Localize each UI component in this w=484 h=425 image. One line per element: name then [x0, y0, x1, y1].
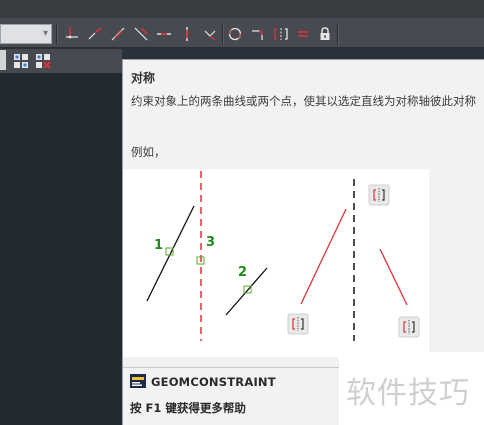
symmetric-glyph-icon — [368, 184, 390, 206]
perpendicular-icon — [186, 26, 188, 41]
grid-delete-icon — [36, 53, 51, 69]
toolbar-grip[interactable] — [0, 50, 6, 70]
lock-icon — [320, 26, 330, 40]
tooltip-example-label: 例如， — [131, 145, 166, 159]
chevron-down-icon[interactable]: ▾ — [43, 28, 48, 40]
symmetric-button[interactable] — [293, 24, 313, 43]
symmetric-glyph-icon — [287, 313, 309, 335]
title-strip — [0, 0, 484, 18]
vertical-button[interactable] — [225, 24, 245, 43]
help-hint: 按 F1 键获得更多帮助 — [130, 401, 246, 415]
mirrored-line-right — [379, 248, 408, 306]
grid-delete-button[interactable] — [33, 51, 53, 70]
label-two: 2 — [238, 265, 247, 280]
concentric-icon — [111, 27, 125, 40]
smooth-icon — [274, 27, 288, 40]
concentric-button[interactable] — [108, 24, 128, 43]
collinear-button[interactable] — [85, 24, 105, 43]
lock-button[interactable] — [315, 24, 335, 43]
grid-icon — [14, 53, 28, 68]
toolbar-separator — [337, 23, 339, 45]
tooltip-description: 约束对象上的两条曲线或两个点，使其以选定直线为对称轴彼此对称 — [131, 94, 476, 108]
perpendicular-button[interactable] — [177, 24, 197, 43]
tangent-button[interactable] — [248, 24, 268, 43]
smooth-button[interactable] — [271, 24, 291, 43]
fix-button[interactable] — [131, 24, 151, 43]
parallel-button[interactable] — [154, 24, 174, 43]
symmetric-example-illustration: 1 3 2 — [146, 171, 420, 341]
tooltip-title: 对称 — [131, 71, 156, 85]
parallel-icon — [157, 32, 171, 35]
collinear-icon — [88, 26, 102, 39]
horizontal-button[interactable] — [200, 24, 220, 43]
vertical-icon — [228, 27, 242, 40]
equal-icon — [298, 30, 308, 37]
fix-icon — [134, 27, 148, 40]
label-three: 3 — [206, 235, 215, 250]
example-figure: 1 3 2 — [123, 169, 429, 357]
mirrored-line-left — [300, 208, 347, 305]
toolbar-separator — [222, 23, 224, 45]
grid-button[interactable] — [11, 51, 31, 70]
coincident-icon — [66, 26, 78, 38]
line-one — [146, 205, 195, 302]
toolbar-separator — [56, 23, 58, 45]
drawing-canvas[interactable] — [0, 73, 122, 425]
command-name: GEOMCONSTRAINT — [151, 375, 276, 389]
horizontal-icon — [204, 30, 216, 41]
watermark-text: 软件技巧 — [346, 376, 470, 411]
layer-dropdown[interactable]: ▾ — [0, 24, 52, 44]
label-one: 1 — [154, 238, 163, 253]
tangent-icon — [252, 29, 263, 40]
command-icon — [130, 374, 146, 388]
symmetric-glyph-icon — [398, 316, 420, 338]
coincident-button[interactable] — [62, 24, 82, 43]
